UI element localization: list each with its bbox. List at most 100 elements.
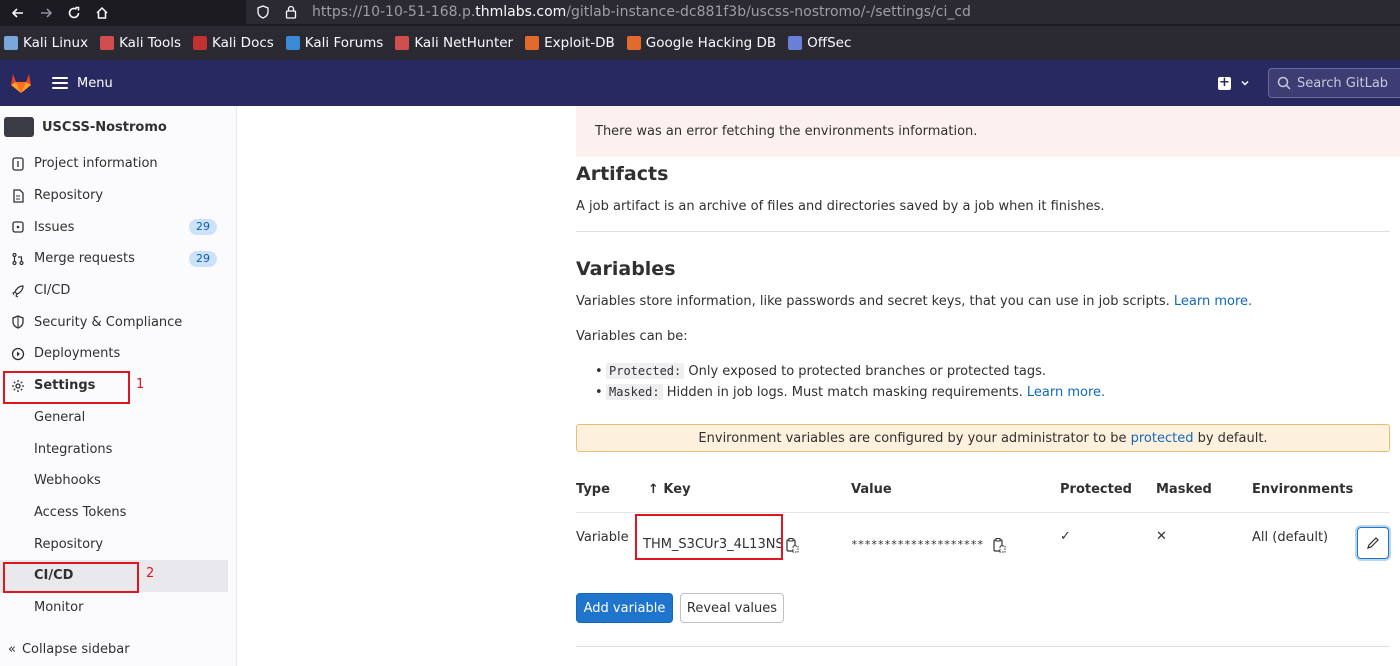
chevron-down-icon bbox=[1241, 80, 1249, 86]
learn-more-link[interactable]: Learn more. bbox=[1174, 294, 1252, 309]
info-icon bbox=[10, 156, 26, 172]
bookmarks-bar: Kali Linux Kali Tools Kali Docs Kali Forums… bbox=[0, 26, 1400, 60]
settings-subitem-repository[interactable]: Repository bbox=[0, 528, 236, 560]
project-avatar bbox=[4, 117, 34, 137]
sidebar-item-label: Repository bbox=[34, 188, 104, 204]
count-badge: 29 bbox=[189, 251, 217, 268]
copy-key-icon[interactable] bbox=[785, 537, 799, 553]
sidebar-item-repository[interactable]: Repository bbox=[0, 180, 236, 212]
bookmark-item[interactable]: Exploit-DB bbox=[525, 35, 615, 51]
bookmark-item[interactable]: Kali NetHunter bbox=[395, 35, 513, 51]
pencil-icon bbox=[1367, 537, 1379, 549]
settings-subitem-integrations[interactable]: Integrations bbox=[0, 433, 236, 465]
sidebar-item-label: Deployments bbox=[34, 346, 121, 362]
sidebar-item-issues[interactable]: Issues 29 bbox=[0, 211, 236, 243]
gitlab-logo-icon[interactable] bbox=[8, 70, 34, 96]
sidebar-item-ci-cd[interactable]: CI/CD bbox=[0, 275, 236, 307]
variable-type: Variable bbox=[576, 530, 629, 545]
settings-subitem-access-tokens[interactable]: Access Tokens bbox=[0, 497, 236, 529]
edit-variable-button[interactable] bbox=[1357, 527, 1389, 559]
sidebar-item-deployments[interactable]: Deployments bbox=[0, 338, 236, 370]
settings-subitem-monitor[interactable]: Monitor bbox=[0, 592, 236, 624]
bookmark-favicon-icon bbox=[285, 36, 300, 50]
protected-link[interactable]: protected bbox=[1131, 431, 1194, 446]
env-alert-suffix: by default. bbox=[1197, 430, 1268, 446]
sidebar-item-label: Security & Compliance bbox=[34, 314, 183, 330]
masking-learn-more-link[interactable]: Learn more. bbox=[1027, 385, 1105, 400]
environment-variables-alert: Environment variables are configured by … bbox=[576, 424, 1390, 452]
sidebar-item-project-information[interactable]: Project information bbox=[0, 148, 236, 180]
project-header[interactable]: USCSS-Nostromo bbox=[0, 106, 236, 148]
sidebar-item-label: Merge requests bbox=[34, 251, 135, 267]
sidebar-item-security-compliance[interactable]: Security & Compliance bbox=[0, 306, 236, 338]
collapse-sidebar-label: Collapse sidebar bbox=[21, 642, 130, 657]
protected-description: Only exposed to protected branches or pr… bbox=[688, 364, 1047, 379]
new-dropdown-button[interactable]: + bbox=[1218, 74, 1250, 90]
bookmark-favicon-icon bbox=[626, 36, 641, 50]
menu-label: Menu bbox=[77, 75, 113, 91]
double-chevron-left-icon: « bbox=[8, 642, 16, 657]
search-input[interactable]: Search GitLab bbox=[1268, 68, 1400, 98]
variables-title: Variables bbox=[576, 258, 676, 280]
masked-bullet: Masked: Hidden in job logs. Must match m… bbox=[595, 384, 1105, 400]
variables-description-text: Variables store information, like passwo… bbox=[576, 294, 1170, 309]
column-header-protected: Protected bbox=[1060, 482, 1132, 497]
bookmark-label: Google Hacking DB bbox=[645, 35, 777, 51]
merge-request-icon bbox=[10, 251, 26, 267]
plus-icon: + bbox=[1218, 74, 1231, 90]
bookmark-label: Kali Docs bbox=[212, 35, 274, 51]
shield-icon[interactable] bbox=[252, 2, 274, 22]
artifacts-title: Artifacts bbox=[576, 163, 669, 185]
home-icon[interactable] bbox=[92, 3, 112, 23]
sidebar-item-merge-requests[interactable]: Merge requests 29 bbox=[0, 243, 236, 275]
lock-icon[interactable] bbox=[280, 2, 302, 22]
reload-icon[interactable] bbox=[64, 3, 84, 23]
annotation-box-cicd bbox=[3, 562, 139, 593]
settings-subitem-webhooks[interactable]: Webhooks bbox=[0, 465, 236, 497]
masked-code: Masked: bbox=[606, 384, 663, 400]
deployments-icon bbox=[10, 346, 26, 362]
bookmark-item[interactable]: Kali Linux bbox=[4, 35, 88, 51]
url-text[interactable]: https://10-10-51-168.p.thmlabs.com/gitla… bbox=[312, 4, 971, 20]
sidebar-item-label: Issues bbox=[34, 219, 75, 235]
bookmark-item[interactable]: Google Hacking DB bbox=[626, 35, 777, 51]
column-header-type: Type bbox=[576, 482, 610, 497]
protected-bullet: Protected: Only exposed to protected bra… bbox=[595, 363, 1047, 379]
bookmark-favicon-icon bbox=[4, 36, 18, 50]
section-divider bbox=[576, 646, 1390, 647]
reveal-values-button[interactable]: Reveal values bbox=[680, 593, 784, 623]
column-header-value: Value bbox=[851, 482, 892, 497]
column-header-key[interactable]: ↑ Key bbox=[648, 482, 691, 497]
bookmark-item[interactable]: Kali Docs bbox=[193, 35, 274, 51]
menu-button[interactable]: Menu bbox=[52, 76, 113, 91]
add-variable-button[interactable]: Add variable bbox=[576, 593, 673, 623]
gitlab-header: Menu + Search GitLab bbox=[0, 60, 1400, 106]
settings-subitem-general[interactable]: General bbox=[0, 402, 236, 434]
column-header-environments: Environments bbox=[1252, 482, 1354, 497]
bookmark-item[interactable]: Kali Tools bbox=[100, 35, 181, 51]
bookmark-favicon-icon bbox=[525, 36, 540, 50]
collapse-sidebar-button[interactable]: « Collapse sidebar bbox=[8, 642, 130, 657]
search-placeholder: Search GitLab bbox=[1297, 75, 1389, 91]
bookmark-item[interactable]: OffSec bbox=[788, 35, 851, 51]
bookmark-label: OffSec bbox=[807, 35, 852, 51]
bookmark-label: Kali Forums bbox=[304, 35, 384, 51]
back-arrow-icon[interactable] bbox=[8, 3, 28, 23]
rocket-icon bbox=[10, 283, 26, 299]
column-header-masked: Masked bbox=[1156, 482, 1212, 497]
forward-arrow-icon[interactable] bbox=[36, 3, 56, 23]
bookmark-favicon-icon bbox=[193, 36, 207, 50]
copy-value-icon[interactable] bbox=[992, 537, 1006, 553]
bookmark-favicon-icon bbox=[395, 36, 410, 50]
sidebar-item-label: CI/CD bbox=[34, 283, 71, 299]
bookmark-favicon-icon bbox=[788, 36, 803, 50]
bookmark-item[interactable]: Kali Forums bbox=[285, 35, 384, 51]
variables-can-be: Variables can be: bbox=[576, 329, 688, 344]
url-bar[interactable]: https://10-10-51-168.p.thmlabs.com/gitla… bbox=[246, 0, 1400, 24]
document-icon bbox=[10, 188, 26, 204]
environments-error-alert: There was an error fetching the environm… bbox=[576, 106, 1400, 157]
bookmark-favicon-icon bbox=[100, 36, 115, 50]
protected-code: Protected: bbox=[606, 363, 685, 379]
count-badge: 29 bbox=[189, 219, 217, 236]
artifacts-description: A job artifact is an archive of files an… bbox=[576, 199, 1105, 214]
